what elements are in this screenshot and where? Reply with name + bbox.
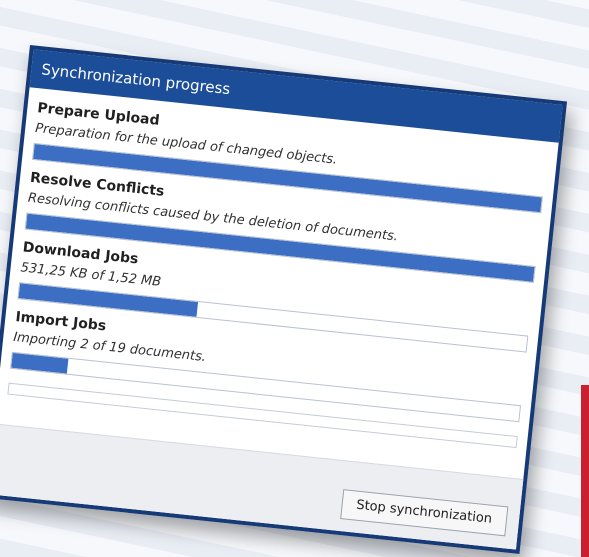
sync-progress-dialog: Synchronization progress Prepare Upload … xyxy=(0,45,568,554)
stop-synchronization-button[interactable]: Stop synchronization xyxy=(339,489,509,537)
dialog-content: Prepare Upload Preparation for the uploa… xyxy=(0,87,559,449)
progress-fill xyxy=(11,352,69,374)
red-accent-strip xyxy=(581,385,589,557)
